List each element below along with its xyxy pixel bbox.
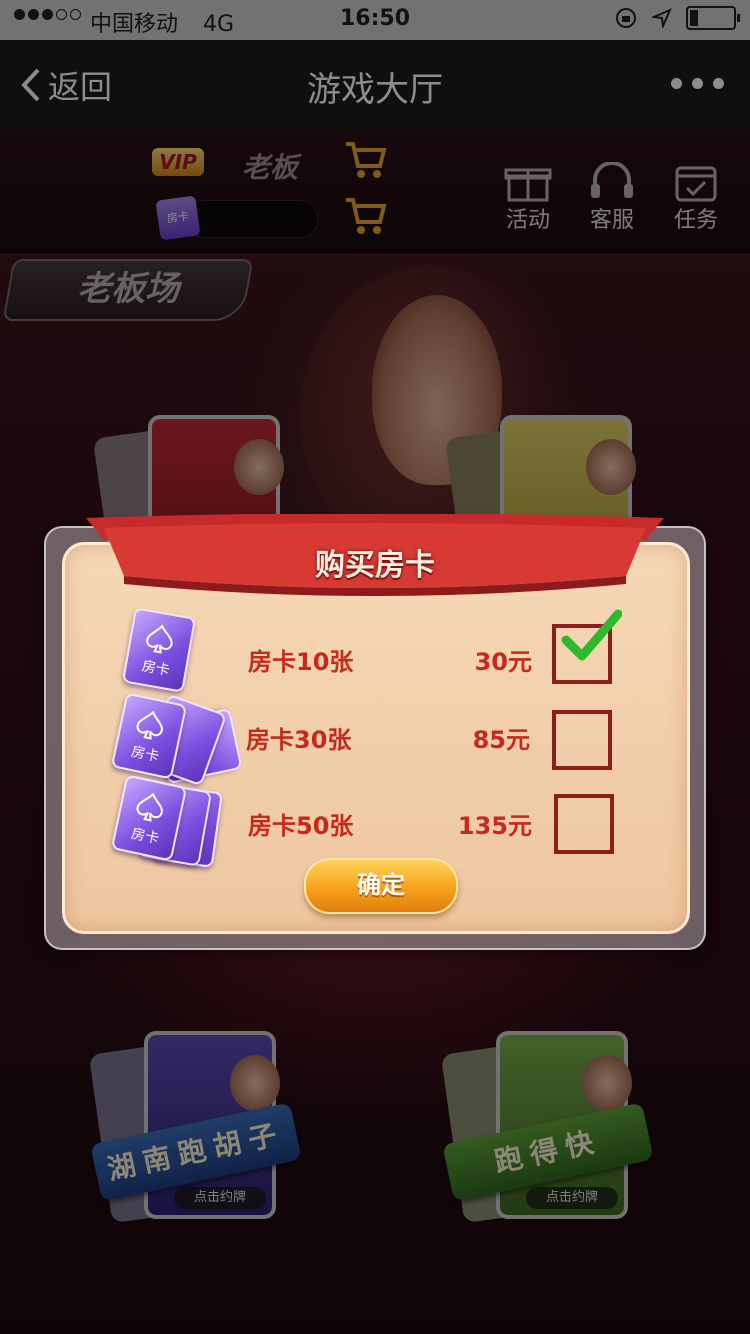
spade-icon	[136, 792, 163, 822]
option-label: 房卡10张	[248, 648, 354, 676]
option-checkbox[interactable]	[552, 710, 612, 770]
option-price: 85元	[472, 726, 530, 754]
dialog-title: 购买房卡	[315, 548, 435, 583]
option-label: 房卡30张	[246, 726, 352, 754]
option-price: 30元	[474, 648, 532, 676]
option-checkbox-selected[interactable]	[552, 609, 622, 684]
checkmark-icon	[561, 609, 622, 661]
spade-icon	[136, 710, 163, 740]
confirm-button[interactable]: 确定	[304, 858, 458, 914]
option-checkbox[interactable]	[554, 794, 614, 854]
option-price: 135元	[457, 812, 532, 840]
option-label: 房卡50张	[248, 812, 354, 840]
spade-icon	[146, 624, 173, 654]
